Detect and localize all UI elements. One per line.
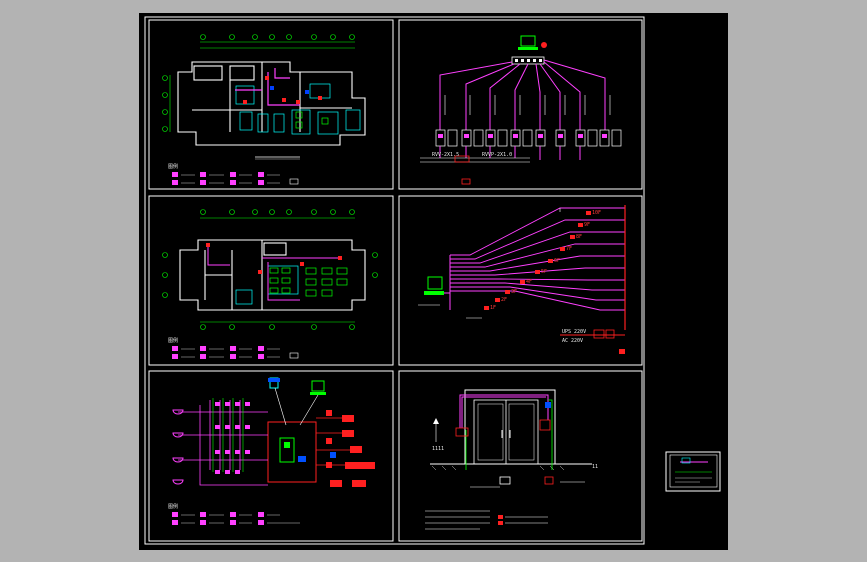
floor-label-1: 1F bbox=[490, 305, 496, 311]
floor-label-2: 2F bbox=[501, 297, 507, 303]
floor-label-10: 10F bbox=[592, 210, 601, 216]
floor-label-4: 4F bbox=[526, 279, 532, 285]
drawing-svg: 图例 RVV-2X1.5 RVVP-2X1.0 图例 10F 9F 8F 7F … bbox=[144, 16, 721, 545]
elevation-label-1111: 1111 bbox=[432, 446, 444, 452]
floor-label-5: 5F bbox=[541, 269, 547, 275]
floor-label-8: 8F bbox=[576, 234, 582, 240]
legend-title-3: 图例 bbox=[168, 503, 178, 510]
cad-viewer-canvas[interactable]: 图例 RVV-2X1.5 RVVP-2X1.0 图例 10F 9F 8F 7F … bbox=[0, 0, 867, 562]
title-block bbox=[665, 451, 721, 492]
cable-label-1: RVV-2X1.5 bbox=[432, 152, 459, 158]
floor-plan-3: 图例 bbox=[168, 377, 375, 525]
elevation-label-11: 11 bbox=[592, 464, 598, 470]
cable-label-2: RVVP-2X1.0 bbox=[482, 152, 512, 158]
system-diagram-1: RVV-2X1.5 RVVP-2X1.0 bbox=[420, 35, 622, 185]
panel-frame-5 bbox=[148, 370, 394, 542]
riser-diagram: 10F 9F 8F 7F 6F 5F 4F 3F 2F 1F UPS 220V … bbox=[418, 205, 626, 354]
floor-label-7: 7F bbox=[566, 246, 572, 252]
door-elevation: 1111 11 bbox=[425, 389, 598, 530]
floor-label-9: 9F bbox=[584, 222, 590, 228]
legend-title-1: 图例 bbox=[168, 163, 178, 170]
floor-plan-1: 图例 bbox=[162, 34, 366, 185]
floor-label-3: 3F bbox=[511, 289, 517, 295]
ac-label: AC 220V bbox=[562, 338, 583, 344]
floor-label-6: 6F bbox=[554, 258, 560, 264]
legend-title-2: 图例 bbox=[168, 337, 178, 344]
ups-label: UPS 220V bbox=[562, 329, 586, 335]
riser-floor-labels: 10F 9F 8F 7F 6F 5F 4F 3F 2F 1F bbox=[490, 210, 601, 311]
panel-frame-3 bbox=[148, 195, 394, 366]
floor-plan-2: 图例 bbox=[162, 209, 378, 359]
